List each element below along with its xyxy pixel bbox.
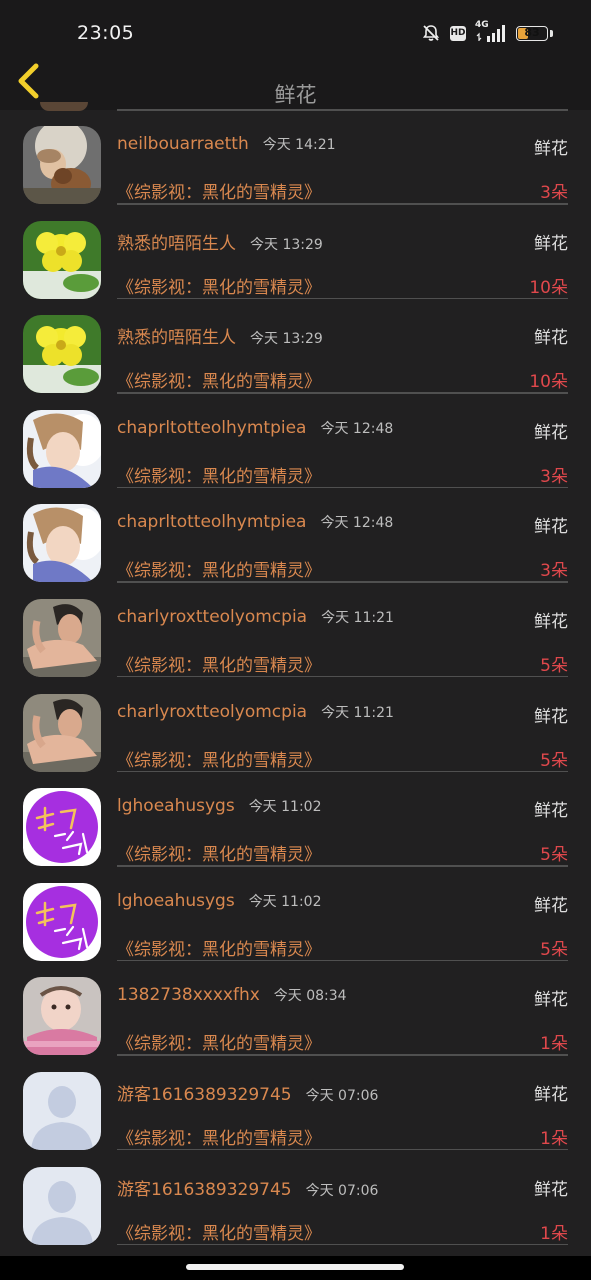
gift-type: 鲜花 [534, 706, 568, 727]
gift-count: 1朵 [540, 1128, 568, 1149]
gift-count: 5朵 [540, 750, 568, 771]
gift-type: 鲜花 [534, 611, 568, 632]
user-name[interactable]: 熟悉的唔陌生人 今天 13:29 [117, 229, 323, 254]
status-icons: HD 4G 83 [421, 20, 553, 44]
timestamp: 今天 11:21 [321, 609, 394, 626]
avatar-photo-girl[interactable] [23, 409, 101, 488]
list-item[interactable]: 游客1616389329745 今天 07:06 鲜花 《综影视：黑化的雪精灵》 … [0, 1056, 591, 1151]
timestamp: 今天 14:21 [262, 137, 336, 153]
user-name[interactable]: chaprltotteolhymtpiea 今天 12:48 [117, 418, 393, 438]
list-item[interactable]: charlyroxtteolyomcpia 今天 11:21 鲜花 《综影视：黑化… [0, 678, 591, 773]
user-name[interactable]: neilbouarraetth 今天 14:21 [117, 134, 336, 154]
list-item[interactable]: 熟悉的唔陌生人 今天 13:29 鲜花 《综影视：黑化的雪精灵》 10朵 [0, 299, 591, 394]
avatar-yellow-flower[interactable] [23, 315, 101, 394]
user-name[interactable]: 游客1616389329745 今天 07:06 [117, 1080, 378, 1105]
timestamp: 今天 13:29 [250, 331, 323, 348]
book-title[interactable]: 《综影视：黑化的雪精灵》 [117, 840, 321, 865]
user-name[interactable]: chaprltotteolhymtpiea 今天 12:48 [117, 512, 393, 532]
home-indicator[interactable] [186, 1264, 404, 1270]
gift-count: 10朵 [529, 372, 568, 393]
book-title[interactable]: 《综影视：黑化的雪精灵》 [117, 367, 321, 392]
book-title[interactable]: 《综影视：黑化的雪精灵》 [117, 273, 321, 298]
gift-type: 鲜花 [534, 990, 568, 1011]
gift-count: 3朵 [540, 183, 568, 203]
gift-record-list: neilbouarraetth 今天 14:21 鲜花 《综影视：黑化的雪精灵》 … [0, 110, 591, 1246]
avatar-photo-girl[interactable] [23, 504, 101, 583]
user-name[interactable]: 游客1616389329745 今天 07:06 [117, 1175, 378, 1200]
book-title[interactable]: 《综影视：黑化的雪精灵》 [117, 1124, 321, 1149]
list-item[interactable]: 熟悉的唔陌生人 今天 13:29 鲜花 《综影视：黑化的雪精灵》 10朵 [0, 205, 591, 300]
gift-type: 鲜花 [534, 328, 568, 349]
user-name[interactable]: 1382738xxxxfhx 今天 08:34 [117, 985, 347, 1005]
avatar-purple-calligraphy[interactable] [23, 882, 101, 961]
gift-count: 5朵 [540, 655, 568, 676]
timestamp: 今天 08:34 [273, 988, 347, 1005]
book-title[interactable]: 《综影视：黑化的雪精灵》 [117, 1029, 321, 1054]
book-title[interactable]: 《综影视：黑化的雪精灵》 [117, 462, 321, 487]
gift-type: 鲜花 [534, 517, 568, 538]
signal-icon: 4G [475, 20, 507, 43]
timestamp: 今天 13:29 [250, 236, 323, 253]
timestamp: 今天 07:06 [305, 1087, 379, 1104]
hd-icon: HD [450, 25, 466, 41]
gift-count: 3朵 [540, 561, 568, 582]
gift-count: 1朵 [540, 1223, 568, 1244]
gift-count: 10朵 [529, 277, 568, 298]
timestamp: 今天 12:48 [320, 515, 394, 532]
list-item[interactable]: 1382738xxxxfhx 今天 08:34 鲜花 《综影视：黑化的雪精灵》 1… [0, 961, 591, 1056]
user-name[interactable]: 熟悉的唔陌生人 今天 13:29 [117, 323, 323, 348]
list-item[interactable]: neilbouarraetth 今天 14:21 鲜花 《综影视：黑化的雪精灵》 … [0, 110, 591, 205]
list-item[interactable]: chaprltotteolhymtpiea 今天 12:48 鲜花 《综影视：黑化… [0, 394, 591, 489]
navigation-bar: 鲜花 [0, 54, 591, 110]
timestamp: 今天 07:06 [305, 1182, 379, 1199]
book-title[interactable]: 《综影视：黑化的雪精灵》 [117, 556, 321, 581]
user-name[interactable]: lghoeahusygs 今天 11:02 [117, 891, 321, 911]
list-item[interactable]: lghoeahusygs 今天 11:02 鲜花 《综影视：黑化的雪精灵》 5朵 [0, 772, 591, 867]
gift-type: 鲜花 [534, 1084, 568, 1105]
avatar-default-person[interactable] [23, 1166, 101, 1245]
book-title[interactable]: 《综影视：黑化的雪精灵》 [117, 746, 321, 771]
gift-count: 1朵 [540, 1034, 568, 1055]
avatar-photo-baby[interactable] [23, 977, 101, 1056]
notifications-off-icon [422, 25, 440, 41]
page-title: 鲜花 [274, 83, 317, 107]
gift-type: 鲜花 [534, 895, 568, 916]
gift-count: 3朵 [540, 466, 568, 487]
timestamp: 今天 11:02 [248, 893, 322, 910]
timestamp: 今天 12:48 [320, 420, 394, 437]
user-name[interactable]: charlyroxtteolyomcpia 今天 11:21 [117, 607, 394, 627]
book-title[interactable]: 《综影视：黑化的雪精灵》 [117, 935, 321, 960]
battery-icon: 83 [516, 25, 548, 41]
gift-type: 鲜花 [534, 1179, 568, 1200]
gift-type: 鲜花 [534, 139, 568, 159]
avatar-yellow-flower[interactable] [23, 220, 101, 299]
book-title[interactable]: 《综影视：黑化的雪精灵》 [117, 651, 321, 676]
user-name[interactable]: charlyroxtteolyomcpia 今天 11:21 [117, 702, 394, 722]
avatar-default-person[interactable] [23, 1071, 101, 1150]
gift-type: 鲜花 [534, 233, 568, 254]
list-item[interactable]: 游客1616389329745 今天 07:06 鲜花 《综影视：黑化的雪精灵》 … [0, 1151, 591, 1246]
gift-count: 5朵 [540, 845, 568, 866]
avatar-photo-man[interactable] [23, 598, 101, 677]
list-item[interactable]: chaprltotteolhymtpiea 今天 12:48 鲜花 《综影视：黑化… [0, 488, 591, 583]
avatar-photo-man[interactable] [23, 693, 101, 772]
book-title[interactable]: 《综影视：黑化的雪精灵》 [117, 178, 321, 203]
avatar-purple-calligraphy[interactable] [23, 788, 101, 867]
status-bar: 23:05 HD 4G 83 [0, 0, 591, 54]
list-item[interactable]: charlyroxtteolyomcpia 今天 11:21 鲜花 《综影视：黑化… [0, 583, 591, 678]
gift-type: 鲜花 [534, 801, 568, 822]
status-time: 23:05 [77, 22, 135, 44]
gift-type: 鲜花 [534, 422, 568, 443]
gift-count: 5朵 [540, 939, 568, 960]
battery-tip [550, 29, 553, 37]
divider [117, 1243, 568, 1246]
avatar-photo-child-dog[interactable] [23, 126, 101, 204]
timestamp: 今天 11:21 [321, 704, 394, 721]
book-title[interactable]: 《综影视：黑化的雪精灵》 [117, 1219, 321, 1244]
user-name[interactable]: lghoeahusygs 今天 11:02 [117, 796, 321, 816]
list-item[interactable]: lghoeahusygs 今天 11:02 鲜花 《综影视：黑化的雪精灵》 5朵 [0, 867, 591, 962]
timestamp: 今天 11:02 [248, 799, 322, 816]
